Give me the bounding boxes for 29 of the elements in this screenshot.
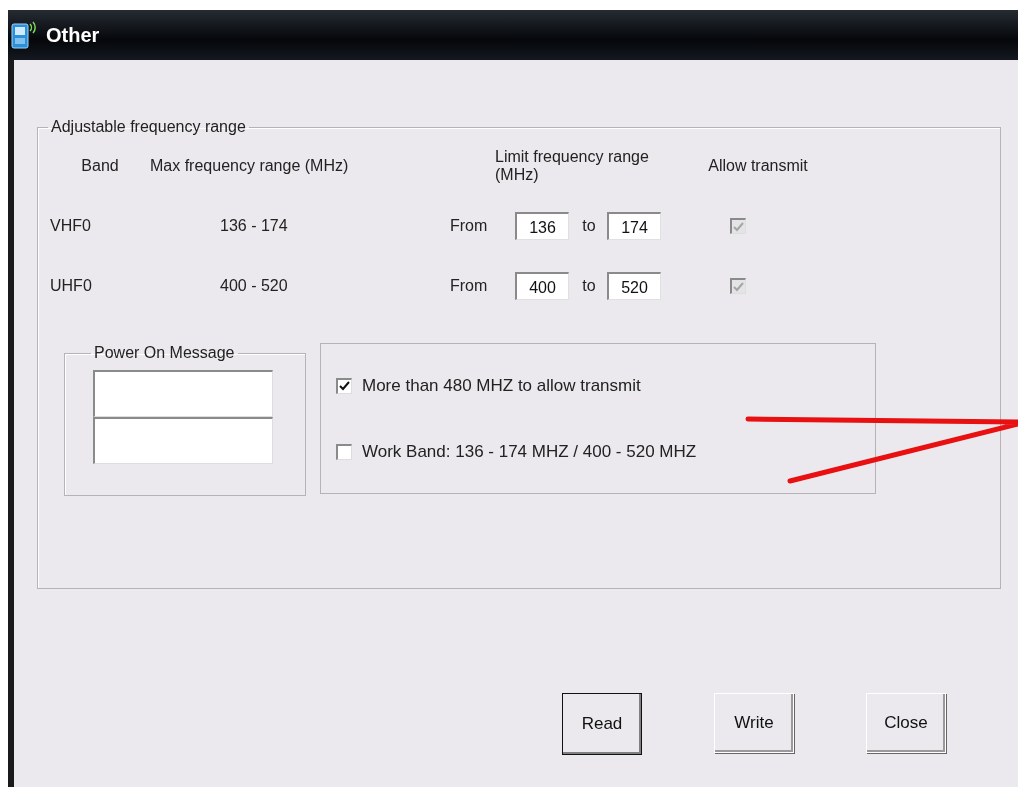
band-name: VHF0 xyxy=(50,216,91,236)
dialog-button[interactable]: Close xyxy=(866,693,946,753)
option-checkbox[interactable] xyxy=(336,443,352,460)
message-field[interactable] xyxy=(93,417,273,464)
option-label: More than 480 MHZ to allow transmit xyxy=(362,375,641,396)
option-checkbox[interactable] xyxy=(336,377,352,394)
group-title: Adjustable frequency range xyxy=(50,118,247,136)
to-label: to xyxy=(582,277,596,295)
dialog-button[interactable]: Write xyxy=(714,693,794,753)
group-title: Power On Message xyxy=(93,344,236,362)
from-label: From xyxy=(450,277,488,295)
column-header: Limit frequency range (MHz) xyxy=(494,147,650,185)
window-title: Other xyxy=(46,23,100,47)
radio-device-icon xyxy=(10,20,38,50)
max-range: 400 - 520 xyxy=(219,277,288,295)
from-field[interactable]: 136 xyxy=(515,212,569,240)
dialog-button[interactable]: Read xyxy=(562,693,642,755)
max-range: 136 - 174 xyxy=(219,217,288,235)
band-name: UHF0 xyxy=(50,276,92,296)
from-field[interactable]: 400 xyxy=(515,272,569,300)
column-header: Allow transmit xyxy=(708,156,808,176)
from-label: From xyxy=(450,217,488,235)
option-label: Work Band: 136 - 174 MHZ / 400 - 520 MHZ xyxy=(362,441,697,462)
to-field[interactable]: 520 xyxy=(607,272,661,300)
to-field[interactable]: 174 xyxy=(607,212,661,240)
message-field[interactable] xyxy=(93,370,273,417)
to-label: to xyxy=(582,217,596,235)
column-header: Band xyxy=(81,156,119,176)
column-header: Max frequency range (MHz) xyxy=(150,156,349,176)
